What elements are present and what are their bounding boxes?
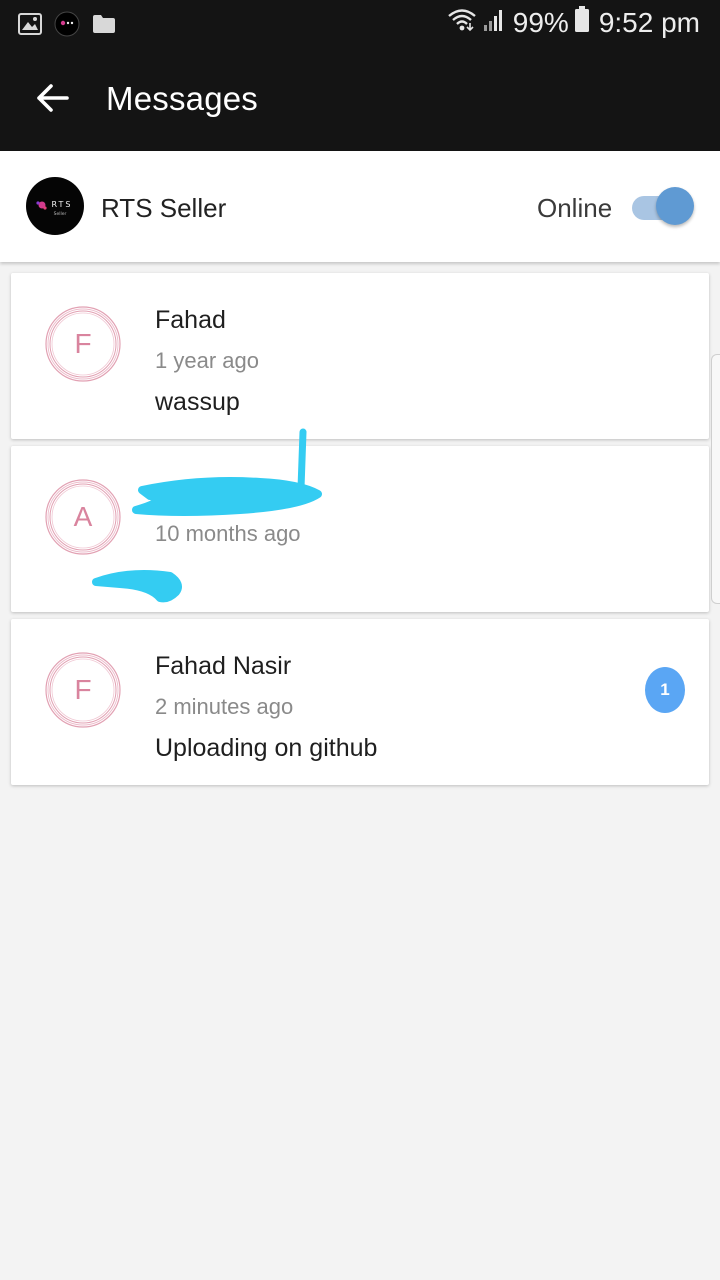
wifi-icon [447,7,477,39]
online-label: Online [537,193,613,223]
message-time: 1 year ago [155,348,259,373]
clock: 9:52 pm [598,6,700,38]
unread-badge: 1 [645,667,685,713]
avatar-initial: F [74,328,92,359]
notification-icons [18,11,116,42]
back-arrow-icon [35,83,69,118]
avatar-initial: F [74,674,92,705]
seller-logo-text: RTS [52,200,73,209]
avatar: F [44,305,122,383]
scrollbar[interactable] [711,354,720,604]
system-status: 99% 9:52 pm [447,6,700,39]
message-time: 2 minutes ago [155,694,294,719]
battery-percent: 99% [512,6,569,38]
seller-logo: RTS Seller [26,177,84,235]
contact-name: Fahad [155,306,226,334]
folder-icon [92,14,116,39]
back-button[interactable] [28,78,76,122]
avatar-initial: A [73,501,93,532]
app-bar: Messages [0,52,720,151]
last-message: Uploading on github [155,734,378,762]
seller-name: RTS Seller [101,193,227,223]
avatar: A [44,478,122,556]
avatar: F [44,651,122,729]
seller-status-card: RTS Seller RTS Seller Online [0,151,720,262]
seller-logo-subtext: Seller [54,211,67,217]
status-bar: 99% 9:52 pm [0,0,720,52]
last-message: wassup [155,388,240,416]
message-time: 10 months ago [155,521,301,546]
signal-icon [483,7,505,39]
page-title: Messages [106,80,259,117]
conversation-item[interactable]: A 10 months ago [11,446,709,612]
online-toggle[interactable] [656,187,694,225]
conversation-item[interactable]: F Fahad Nasir 2 minutes ago Uploading on… [11,619,709,785]
contact-name: Fahad Nasir [155,652,292,680]
app-logo-icon [54,11,80,42]
image-icon [18,13,42,40]
conversation-item[interactable]: F Fahad 1 year ago wassup [11,273,709,439]
battery-icon [574,6,589,39]
